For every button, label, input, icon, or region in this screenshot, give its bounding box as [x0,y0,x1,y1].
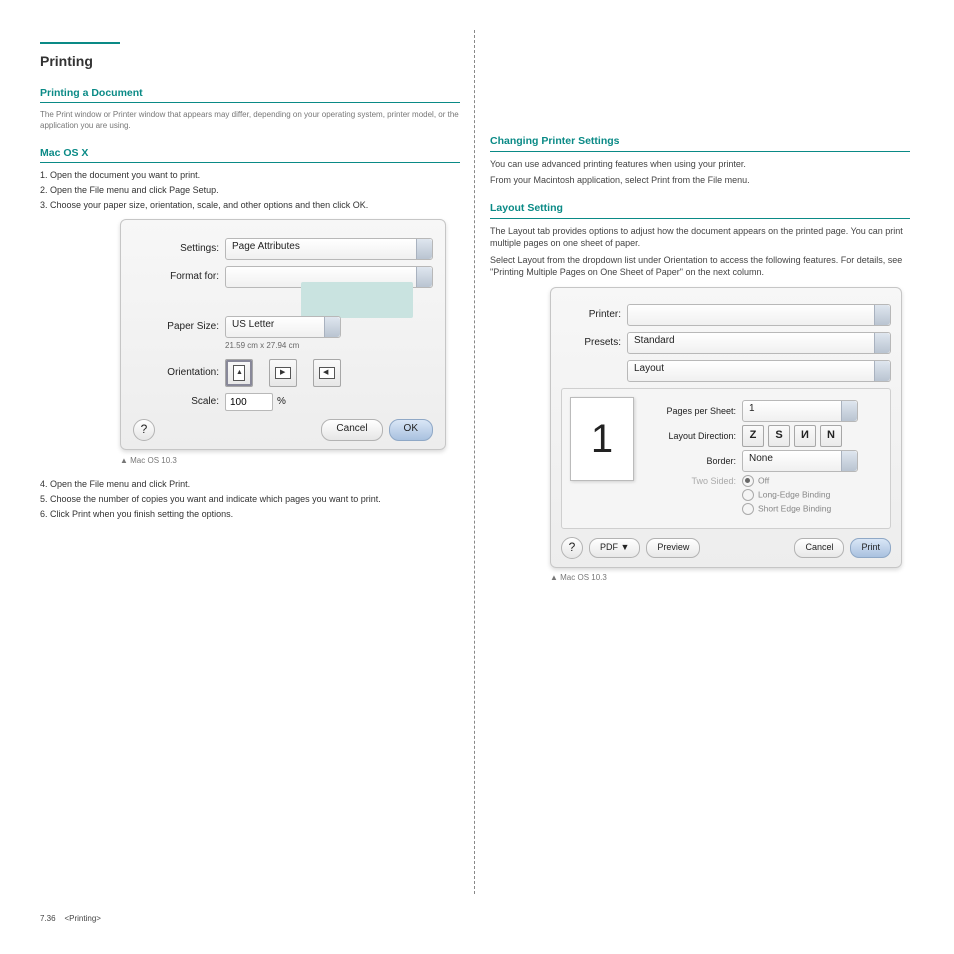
portrait-icon [233,365,245,381]
orientation-landscape-button[interactable] [269,359,297,387]
heading-change-settings: Changing Printer Settings [490,134,910,152]
paper-size-select[interactable]: US Letter ▴▾ [225,316,341,338]
callout-select-printer [301,282,413,318]
two-sided-off-label: Off [758,475,769,485]
help-button[interactable]: ? [133,419,155,441]
print-cancel-button[interactable]: Cancel [794,538,844,558]
step-4: 4. Open the File menu and click Print. [40,478,460,491]
heading-mac-osx: Mac OS X [40,146,460,164]
paper-size-value: US Letter [232,319,274,330]
page-preview: 1 [570,397,634,481]
layout-dir-4[interactable]: N [820,425,842,447]
p-right-2: From your Macintosh application, select … [490,174,910,187]
cancel-button[interactable]: Cancel [321,419,382,441]
paper-dimensions: 21.59 cm x 27.94 cm [225,340,433,351]
step-3: 3. Choose your paper size, orientation, … [40,199,460,212]
pages-per-sheet-value: 1 [749,403,755,414]
pane-select[interactable]: Layout ▴▾ [627,360,891,382]
printer-label: Printer: [561,308,627,322]
two-sided-long-radio[interactable] [742,489,754,501]
pdf-button[interactable]: PDF ▼ [589,538,640,558]
page-setup-dialog: Settings: Page Attributes ▴▾ Format for:… [120,219,446,450]
p-right-4: Select Layout from the dropdown list und… [490,254,910,279]
layout-dir-2[interactable]: S [768,425,790,447]
reverse-landscape-icon [319,367,335,379]
orientation-label: Orientation: [133,366,225,380]
step-5: 5. Choose the number of copies you want … [40,493,460,506]
settings-value: Page Attributes [232,241,300,252]
paper-size-label: Paper Size: [133,320,225,334]
paragraph-note: The Print window or Printer window that … [40,109,460,131]
heading-layout-setting: Layout Setting [490,201,910,219]
border-label: Border: [644,455,742,468]
column-divider [474,30,475,894]
scale-label: Scale: [133,395,225,409]
step-2: 2. Open the File menu and click Page Set… [40,184,460,197]
step-1: 1. Open the document you want to print. [40,169,460,182]
caption-left: ▲ Mac OS 10.3 [120,456,177,465]
pages-per-sheet-select[interactable]: 1 ▴▾ [742,400,858,422]
p-right-1: You can use advanced printing features w… [490,158,910,171]
format-for-label: Format for: [133,270,225,284]
settings-label: Settings: [133,242,225,256]
layout-direction-label: Layout Direction: [644,430,742,443]
heading-printing-document: Printing a Document [40,86,460,104]
printer-select[interactable]: ▴▾ [627,304,891,326]
p-right-3: The Layout tab provides options to adjus… [490,225,910,250]
presets-value: Standard [634,335,675,346]
two-sided-long-label: Long-Edge Binding [758,489,830,499]
layout-dir-3[interactable]: И [794,425,816,447]
caption-right: ▲ Mac OS 10.3 [550,573,607,582]
settings-select[interactable]: Page Attributes ▴▾ [225,238,433,260]
footer-text: <Printing> [64,914,100,923]
orientation-reverse-landscape-button[interactable] [313,359,341,387]
pane-value: Layout [634,363,664,374]
step-6: 6. Click Print when you finish setting t… [40,508,460,521]
preview-button[interactable]: Preview [646,538,700,558]
presets-label: Presets: [561,336,627,350]
two-sided-short-label: Short Edge Binding [758,503,831,513]
scale-input[interactable] [225,393,273,411]
orientation-portrait-button[interactable] [225,359,253,387]
footer-page-number: 7.36 [40,914,56,923]
print-button[interactable]: Print [850,538,891,558]
print-dialog: Printer: ▴▾ Presets: Standard ▴▾ Layout … [550,287,902,568]
two-sided-off-radio[interactable] [742,475,754,487]
heading-printing: Printing [40,52,460,72]
two-sided-label: Two Sided: [644,475,742,488]
border-value: None [749,453,773,464]
print-help-button[interactable]: ? [561,537,583,559]
pages-per-sheet-label: Pages per Sheet: [644,405,742,418]
ok-button[interactable]: OK [389,419,433,441]
presets-select[interactable]: Standard ▴▾ [627,332,891,354]
border-select[interactable]: None ▴▾ [742,450,858,472]
two-sided-short-radio[interactable] [742,503,754,515]
landscape-icon [275,367,291,379]
scale-unit: % [277,395,286,409]
layout-dir-1[interactable]: Z [742,425,764,447]
